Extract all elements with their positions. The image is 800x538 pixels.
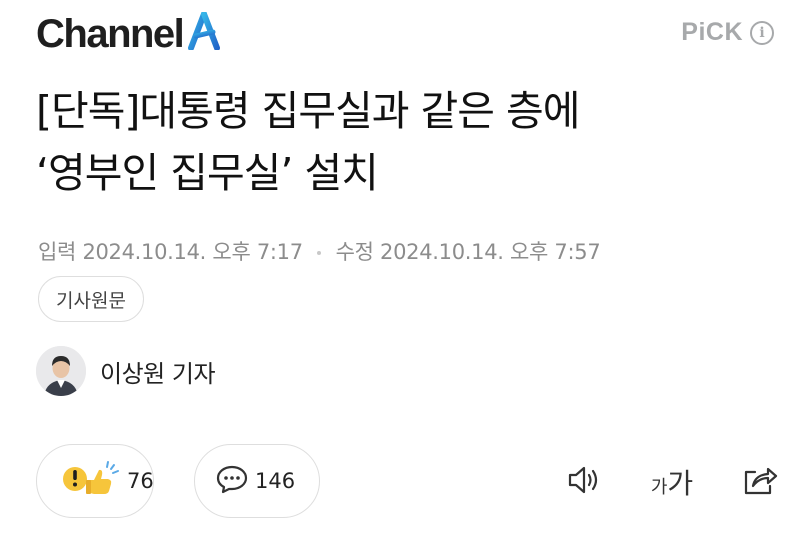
font-size-big-glyph: 가 <box>667 467 694 500</box>
share-icon <box>741 462 779 502</box>
logo-text: Channel <box>36 12 185 56</box>
info-icon[interactable]: i <box>750 20 774 45</box>
pick-badge[interactable]: PiCK i <box>681 18 774 47</box>
meta-separator-dot <box>317 251 322 255</box>
input-date: 2024.10.14. 오후 7:17 <box>82 240 303 264</box>
original-article-button[interactable]: 기사원문 <box>38 276 144 322</box>
reaction-emoji-icon <box>61 459 121 503</box>
app-header: Channel PiCK i <box>0 0 800 70</box>
article-title: [단독]대통령 집무실과 같은 층에 ‘영부인 집무실’ 설치 <box>36 80 776 204</box>
text-to-speech-button[interactable] <box>562 462 606 502</box>
font-size-button[interactable]: 가가 <box>644 462 700 502</box>
article-title-line-1: [단독]대통령 집무실과 같은 층에 <box>36 87 580 135</box>
pick-label: PiCK <box>681 18 743 46</box>
article-meta: 입력 2024.10.14. 오후 7:17 수정 2024.10.14. 오후… <box>38 236 601 266</box>
input-label: 입력 <box>38 240 77 264</box>
comment-count: 146 <box>255 469 296 493</box>
font-size-small-glyph: 가 <box>650 477 668 498</box>
channel-a-logo[interactable]: Channel <box>36 10 221 57</box>
reporter-info[interactable]: 이상원 기자 <box>36 346 216 396</box>
comment-button[interactable]: 146 <box>194 444 320 518</box>
edit-label: 수정 <box>335 240 374 264</box>
reporter-avatar[interactable] <box>36 346 86 396</box>
edit-date: 2024.10.14. 오후 7:57 <box>380 240 601 264</box>
share-button[interactable] <box>738 462 782 502</box>
reporter-name[interactable]: 이상원 기자 <box>100 354 216 389</box>
logo-a-mark-icon <box>187 10 221 54</box>
reaction-count: 76 <box>127 469 154 493</box>
reaction-button[interactable]: 76 <box>36 444 154 518</box>
comment-icon <box>215 463 249 499</box>
article-title-line-2: ‘영부인 집무실’ 설치 <box>36 149 379 197</box>
speaker-icon <box>564 462 604 502</box>
font-size-icon: 가가 <box>651 462 693 502</box>
